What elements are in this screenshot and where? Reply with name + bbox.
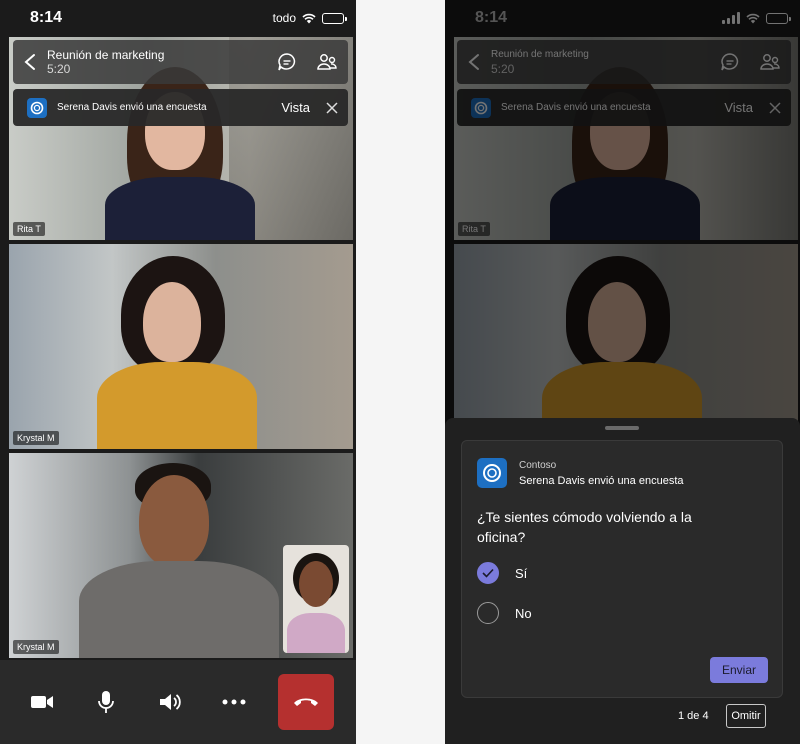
check-icon xyxy=(482,568,494,578)
poll-app-name: Contoso xyxy=(519,460,557,471)
microphone-icon xyxy=(98,691,114,713)
hang-up-button[interactable] xyxy=(278,674,334,730)
view-poll-button[interactable]: Vista xyxy=(281,100,310,115)
poll-option-yes[interactable]: Sí xyxy=(477,561,527,585)
notification-text: Serena Davis envió una encuesta xyxy=(57,102,207,113)
video-tile[interactable]: Krystal M xyxy=(9,453,353,658)
status-time: 8:14 xyxy=(30,9,63,26)
poll-bottom-sheet: Contoso Serena Davis envió una encuesta … xyxy=(445,418,800,744)
poll-app-icon xyxy=(27,97,47,118)
poll-question: ¿Te sientes cómodo volviendo a la oficin… xyxy=(477,509,692,545)
participant-name: Krystal M xyxy=(13,431,59,445)
radio-selected[interactable] xyxy=(477,562,499,584)
battery-icon xyxy=(322,12,347,24)
radio-unselected[interactable] xyxy=(477,602,499,624)
video-camera-icon xyxy=(31,696,53,708)
poll-pager: 1 de 4 xyxy=(678,710,709,722)
participant-name: Rita T xyxy=(13,222,45,236)
poll-notification-banner[interactable]: Serena Davis envió una encuesta Vista xyxy=(13,89,348,126)
camera-button[interactable] xyxy=(22,682,62,722)
poll-app-icon xyxy=(477,458,507,488)
participants-icon[interactable] xyxy=(316,51,338,73)
call-controls xyxy=(0,660,356,744)
microphone-button[interactable] xyxy=(86,682,126,722)
screen-separator xyxy=(356,0,445,744)
skip-button[interactable]: Omitir xyxy=(726,704,766,728)
sheet-grabber[interactable] xyxy=(605,426,639,430)
participant-name: Krystal M xyxy=(13,640,59,654)
carrier-label: todo xyxy=(272,11,296,25)
phone-call-screen: 8:14 todo Rita T Krystal M Krystal M Reu… xyxy=(0,0,356,744)
speaker-button[interactable] xyxy=(150,682,190,722)
wifi-icon xyxy=(302,13,316,23)
chat-icon[interactable] xyxy=(276,51,298,73)
close-icon[interactable] xyxy=(326,101,338,114)
more-options-button[interactable] xyxy=(214,682,254,722)
poll-option-no[interactable]: No xyxy=(477,601,532,625)
back-arrow-icon[interactable] xyxy=(23,53,37,71)
poll-card: Contoso Serena Davis envió una encuesta … xyxy=(461,440,783,698)
poll-sender: Serena Davis envió una encuesta xyxy=(519,475,684,487)
option-label: Sí xyxy=(515,565,528,581)
meeting-duration: 5:20 xyxy=(47,62,71,76)
status-bar: 8:14 todo xyxy=(0,0,356,36)
phone-poll-screen: 8:14 Rita T Reunión de marketing 5:20 xyxy=(445,0,800,744)
meeting-header: Reunión de marketing 5:20 xyxy=(13,40,348,84)
submit-button[interactable]: Enviar xyxy=(710,657,768,683)
meeting-title: Reunión de marketing xyxy=(47,48,165,62)
more-options-icon xyxy=(222,699,246,705)
option-label: No xyxy=(515,605,532,621)
self-view-thumbnail[interactable] xyxy=(283,545,349,653)
hang-up-icon xyxy=(294,698,318,706)
speaker-icon xyxy=(160,694,181,710)
video-tile[interactable]: Krystal M xyxy=(9,244,353,449)
